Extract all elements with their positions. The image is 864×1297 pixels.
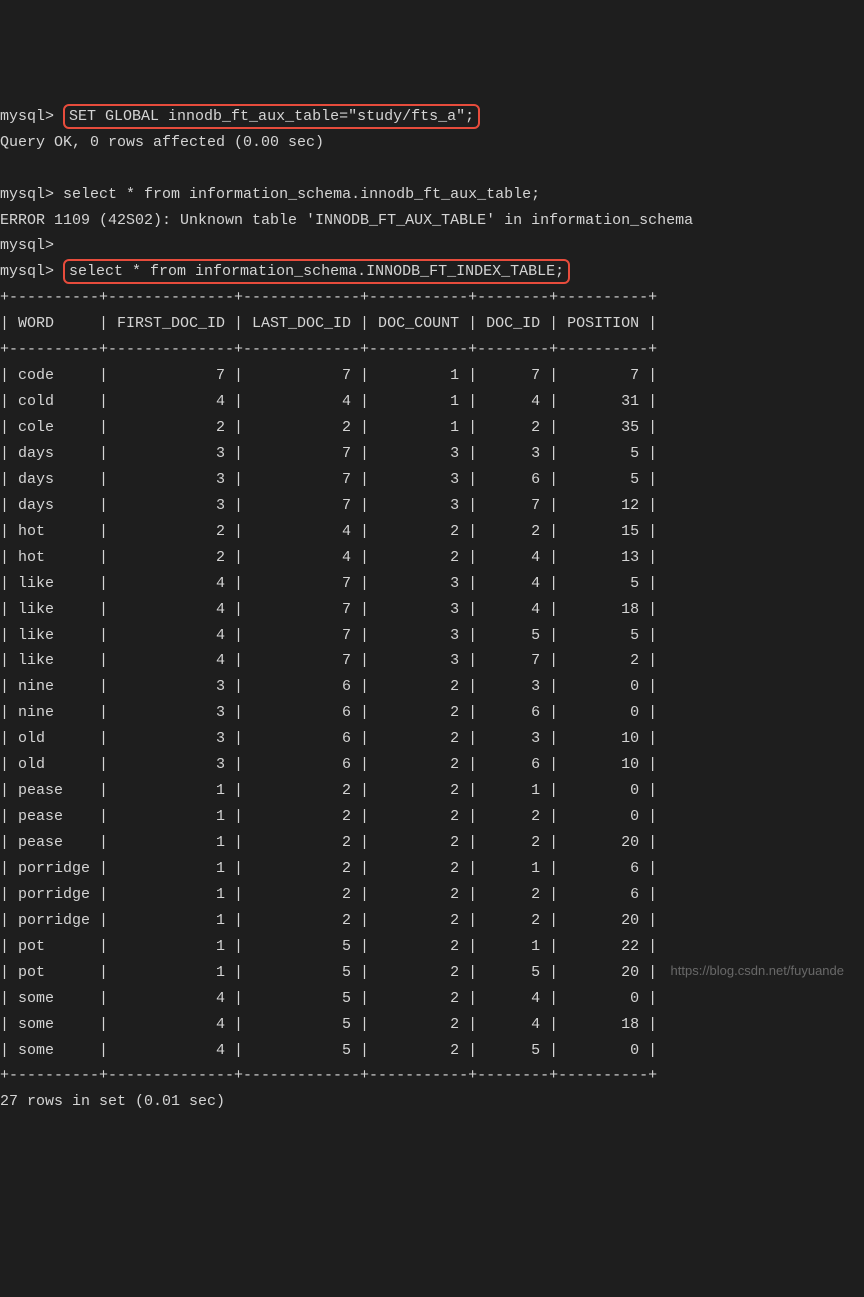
sql-command-3: select * from information_schema.INNODB_…: [63, 259, 570, 284]
result-1: Query OK, 0 rows affected (0.00 sec): [0, 134, 324, 151]
result-table: +----------+--------------+-------------…: [0, 289, 657, 1084]
prompt: mysql>: [0, 186, 54, 203]
sql-command-2: select * from information_schema.innodb_…: [63, 186, 540, 203]
watermark: https://blog.csdn.net/fuyuande: [671, 960, 844, 982]
sql-command-1: SET GLOBAL innodb_ft_aux_table="study/ft…: [63, 104, 480, 129]
prompt: mysql>: [0, 108, 54, 125]
prompt: mysql>: [0, 237, 54, 254]
error-2: ERROR 1109 (42S02): Unknown table 'INNOD…: [0, 212, 693, 229]
prompt: mysql>: [0, 263, 54, 280]
result-footer: 27 rows in set (0.01 sec): [0, 1093, 225, 1110]
